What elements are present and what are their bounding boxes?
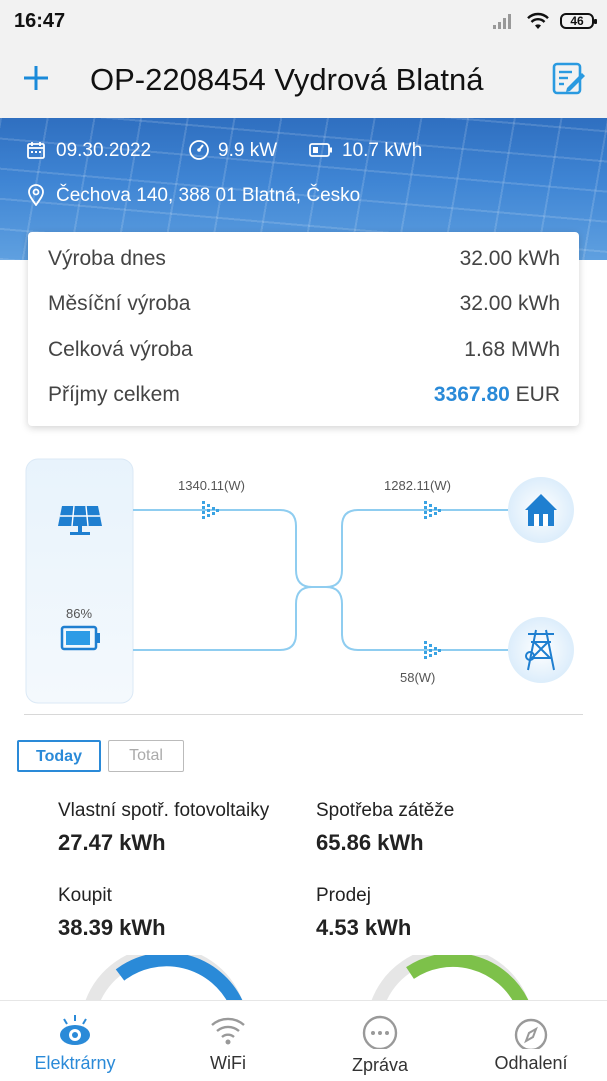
signal-icon <box>493 14 511 29</box>
metric-value: 4.53 kWh <box>316 915 412 940</box>
metric-value: 65.86 kWh <box>316 830 424 855</box>
flow-lines <box>133 509 508 651</box>
energy-flow-diagram: 1340.11(W) 1282.11(W) 86% 58(W) <box>25 458 574 704</box>
plant-date: 09.30.2022 <box>56 140 152 161</box>
summary-card: Výroba dnes 32.00 kWh Měsíční výroba 32.… <box>28 232 579 426</box>
plants-eye-icon <box>60 1015 90 1045</box>
metric-value: 27.47 kWh <box>58 830 166 855</box>
battery-status-icon: 46 <box>560 13 597 29</box>
nav-plants[interactable]: Elektrárny <box>0 1001 150 1081</box>
metric-label: Koupit <box>58 885 112 906</box>
gauge-left-arc <box>115 955 243 1005</box>
summary-row-total: Celková výroba 1.68 MWh <box>48 338 560 368</box>
metric-buy: Koupit 38.39 kWh <box>58 885 166 941</box>
summary-value: 32.00 kWh <box>459 247 560 270</box>
income-value: 3367.80 EUR <box>434 383 560 407</box>
plant-address: Čechova 140, 388 01 Blatná, Česko <box>56 185 361 206</box>
edit-button[interactable] <box>552 62 586 96</box>
status-time: 16:47 <box>14 10 66 32</box>
metric-label: Prodej <box>316 885 371 906</box>
app-header: OP-2208454 Vydrová Blatná <box>0 42 607 118</box>
add-button[interactable] <box>22 56 54 100</box>
status-bar: 16:47 46 <box>0 0 607 42</box>
summary-row-month: Měsíční výroba 32.00 kWh <box>48 292 560 322</box>
nav-messages[interactable]: Zpráva <box>305 1001 455 1081</box>
nav-label: Odhalení <box>494 1053 568 1073</box>
ratio-gauges <box>85 955 529 1005</box>
metric-load-consumption: Spotřeba zátěže 65.86 kWh <box>316 800 454 856</box>
nav-wifi[interactable]: WiFi <box>153 1001 303 1081</box>
wifi-icon <box>211 1017 245 1045</box>
compass-icon <box>514 1018 548 1049</box>
pv-power-label: 1340.11(W) <box>178 478 245 493</box>
metric-label: Spotřeba zátěže <box>316 800 455 821</box>
summary-label: Celková výroba <box>48 338 193 361</box>
plus-icon <box>24 66 48 90</box>
source-panel <box>25 458 134 704</box>
page-title: OP-2208454 Vydrová Blatná <box>90 62 484 97</box>
metric-label: Vlastní spotř. fotovoltaiky <box>58 800 270 821</box>
summary-row-income: Příjmy celkem 3367.80 EUR <box>48 383 560 413</box>
grid-power-label: 58(W) <box>400 670 435 685</box>
plant-power: 9.9 kW <box>218 140 278 161</box>
battery-capacity-icon <box>309 143 332 157</box>
summary-value: 1.68 MWh <box>464 338 560 361</box>
income-amount: 3367.80 <box>433 383 510 406</box>
load-power-label: 1282.11(W) <box>384 478 451 493</box>
metric-sell: Prodej 4.53 kWh <box>316 885 411 941</box>
nav-label: Elektrárny <box>34 1053 116 1073</box>
income-label: Příjmy celkem <box>48 383 180 406</box>
tab-total[interactable]: Total <box>108 740 184 772</box>
calendar-icon <box>27 142 45 159</box>
nav-discover[interactable]: Odhalení <box>456 1001 606 1081</box>
gauge-icon <box>189 140 209 160</box>
metric-value: 38.39 kWh <box>58 915 166 940</box>
nav-label: Zpráva <box>351 1055 409 1075</box>
location-icon <box>28 184 44 206</box>
summary-row-today: Výroba dnes 32.00 kWh <box>48 247 560 277</box>
gauge-right-arc <box>406 955 529 1005</box>
battery-soc-label: 86% <box>66 606 92 621</box>
summary-label: Měsíční výroba <box>48 292 191 315</box>
plant-capacity: 10.7 kWh <box>342 140 423 161</box>
message-icon <box>362 1015 398 1049</box>
bottom-navigation: Elektrárny WiFi Zpráva Odhalení <box>0 1000 607 1081</box>
section-divider <box>24 714 583 715</box>
income-currency: EUR <box>515 383 560 406</box>
wifi-status-icon <box>527 12 549 29</box>
tab-today[interactable]: Today <box>17 740 101 772</box>
nav-label: WiFi <box>210 1053 246 1073</box>
summary-label: Výroba dnes <box>48 247 166 270</box>
metric-self-consumption: Vlastní spotř. fotovoltaiky 27.47 kWh <box>58 800 269 856</box>
summary-value: 32.00 kWh <box>459 292 560 315</box>
